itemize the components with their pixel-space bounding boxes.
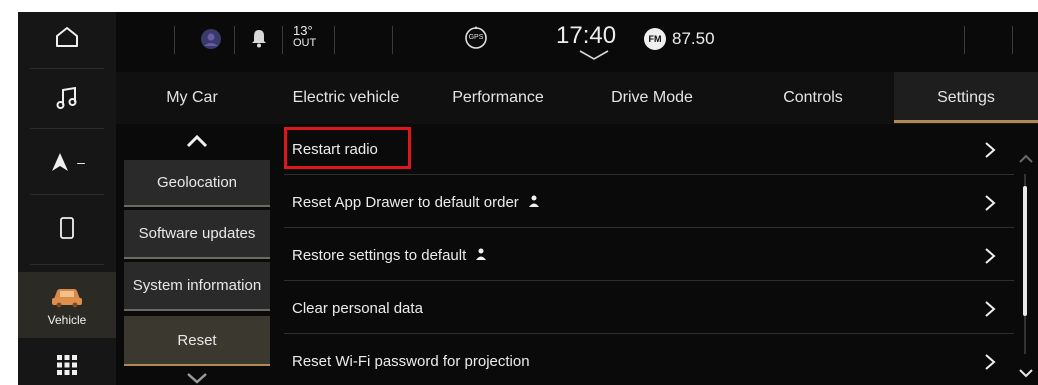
chevron-right-icon xyxy=(984,124,996,175)
row-divider xyxy=(284,227,1014,228)
left-rail: – Vehicle xyxy=(18,12,116,385)
submenu-active-indicator xyxy=(124,364,270,366)
submenu-item-reset[interactable]: Reset xyxy=(124,316,270,366)
list-item-label-wrap: Restore settings to default xyxy=(292,230,487,281)
list-item-reset-app-drawer[interactable]: Reset App Drawer to default order xyxy=(284,177,1014,228)
list-item-restore-settings[interactable]: Restore settings to default xyxy=(284,230,1014,281)
settings-submenu: Geolocation Software updates System info… xyxy=(116,124,282,385)
row-divider xyxy=(284,333,1014,334)
gps-icon: GPS xyxy=(464,26,488,50)
vehicle-label: Vehicle xyxy=(47,313,87,327)
app-grid-icon xyxy=(57,354,77,375)
tab-performance[interactable]: Performance xyxy=(424,72,572,124)
status-divider xyxy=(964,26,965,54)
submenu-divider xyxy=(124,257,270,259)
outside-temperature: 13° xyxy=(293,23,313,38)
navigation-arrow-icon xyxy=(52,153,69,171)
chevron-right-icon xyxy=(984,336,996,385)
radio-frequency: 87.50 xyxy=(672,29,715,48)
phone-icon xyxy=(60,217,74,239)
list-item-label: Restore settings to default xyxy=(292,247,467,264)
clock-time: 17:40 xyxy=(556,22,617,49)
list-item-label-wrap: Reset App Drawer to default order xyxy=(292,177,539,228)
submenu-scroll-down-button[interactable] xyxy=(124,372,270,385)
car-icon xyxy=(52,289,82,308)
rail-divider xyxy=(30,128,104,129)
vehicle-button[interactable]: Vehicle xyxy=(18,272,116,338)
home-button[interactable] xyxy=(18,12,116,62)
scroll-down-icon[interactable] xyxy=(1018,368,1034,378)
home-icon xyxy=(56,27,78,47)
status-divider xyxy=(234,26,235,54)
phone-button[interactable] xyxy=(18,202,116,254)
outside-temperature-unit: OUT xyxy=(293,37,317,49)
chevron-right-icon xyxy=(984,283,996,334)
chevron-down-icon xyxy=(187,373,207,384)
list-item-reset-wifi-password[interactable]: Reset Wi-Fi password for projection xyxy=(284,336,1014,385)
fm-badge: FM xyxy=(644,28,666,50)
row-divider xyxy=(284,280,1014,281)
media-button[interactable] xyxy=(18,74,116,122)
user-profile-icon xyxy=(528,194,539,211)
driver-profile-icon[interactable] xyxy=(200,28,222,55)
list-item-label: Reset Wi-Fi password for projection xyxy=(292,353,530,370)
rail-divider xyxy=(30,194,104,195)
active-tab-indicator xyxy=(894,120,1038,123)
submenu-item-software-updates[interactable]: Software updates xyxy=(124,210,270,258)
list-scrollbar[interactable] xyxy=(1014,124,1038,385)
list-item-label: Reset App Drawer to default order xyxy=(292,194,519,211)
navigation-button[interactable]: – xyxy=(18,136,116,188)
tab-my-car[interactable]: My Car xyxy=(116,72,268,124)
rail-divider xyxy=(30,264,104,265)
chevron-up-icon xyxy=(186,134,208,148)
radio-status[interactable]: FM 87.50 xyxy=(644,28,715,50)
tab-settings[interactable]: Settings xyxy=(894,72,1038,124)
annotation-highlight-box xyxy=(284,127,411,169)
chevron-right-icon xyxy=(984,230,996,281)
submenu-divider xyxy=(124,309,270,311)
chevron-right-icon xyxy=(984,177,996,228)
list-item-label: Clear personal data xyxy=(292,300,423,317)
music-note-icon xyxy=(56,86,77,109)
tab-bar: My Car Electric vehicle Performance Driv… xyxy=(116,72,1038,124)
tab-drive-mode[interactable]: Drive Mode xyxy=(572,72,732,124)
submenu-item-system-information[interactable]: System information xyxy=(124,262,270,310)
status-divider xyxy=(174,26,175,54)
scroll-up-icon[interactable] xyxy=(1018,154,1034,164)
user-profile-icon xyxy=(476,247,487,264)
tab-electric-vehicle[interactable]: Electric vehicle xyxy=(268,72,424,124)
tab-controls[interactable]: Controls xyxy=(732,72,894,124)
submenu-scroll-up-button[interactable] xyxy=(124,124,270,158)
submenu-divider xyxy=(124,205,270,207)
submenu-item-geolocation[interactable]: Geolocation xyxy=(124,160,270,206)
rail-divider xyxy=(30,68,104,69)
navigation-dash-label: – xyxy=(77,154,85,170)
list-item-clear-personal-data[interactable]: Clear personal data xyxy=(284,283,1014,334)
app-drawer-button[interactable] xyxy=(18,344,116,385)
status-divider xyxy=(334,26,335,54)
status-divider xyxy=(282,26,283,54)
notification-bell-icon[interactable] xyxy=(250,28,268,53)
status-divider xyxy=(392,26,393,54)
row-divider xyxy=(284,174,1014,175)
infotainment-screen: – Vehicle 13° OUT GPS 17:40 FM 87.50 My … xyxy=(18,12,1038,385)
scrollbar-thumb[interactable] xyxy=(1023,186,1027,316)
pulldown-chevron-icon[interactable] xyxy=(578,48,610,66)
status-bar: 13° OUT GPS 17:40 FM 87.50 xyxy=(116,12,1038,70)
gps-label: GPS xyxy=(468,34,484,41)
status-divider xyxy=(1012,26,1013,54)
